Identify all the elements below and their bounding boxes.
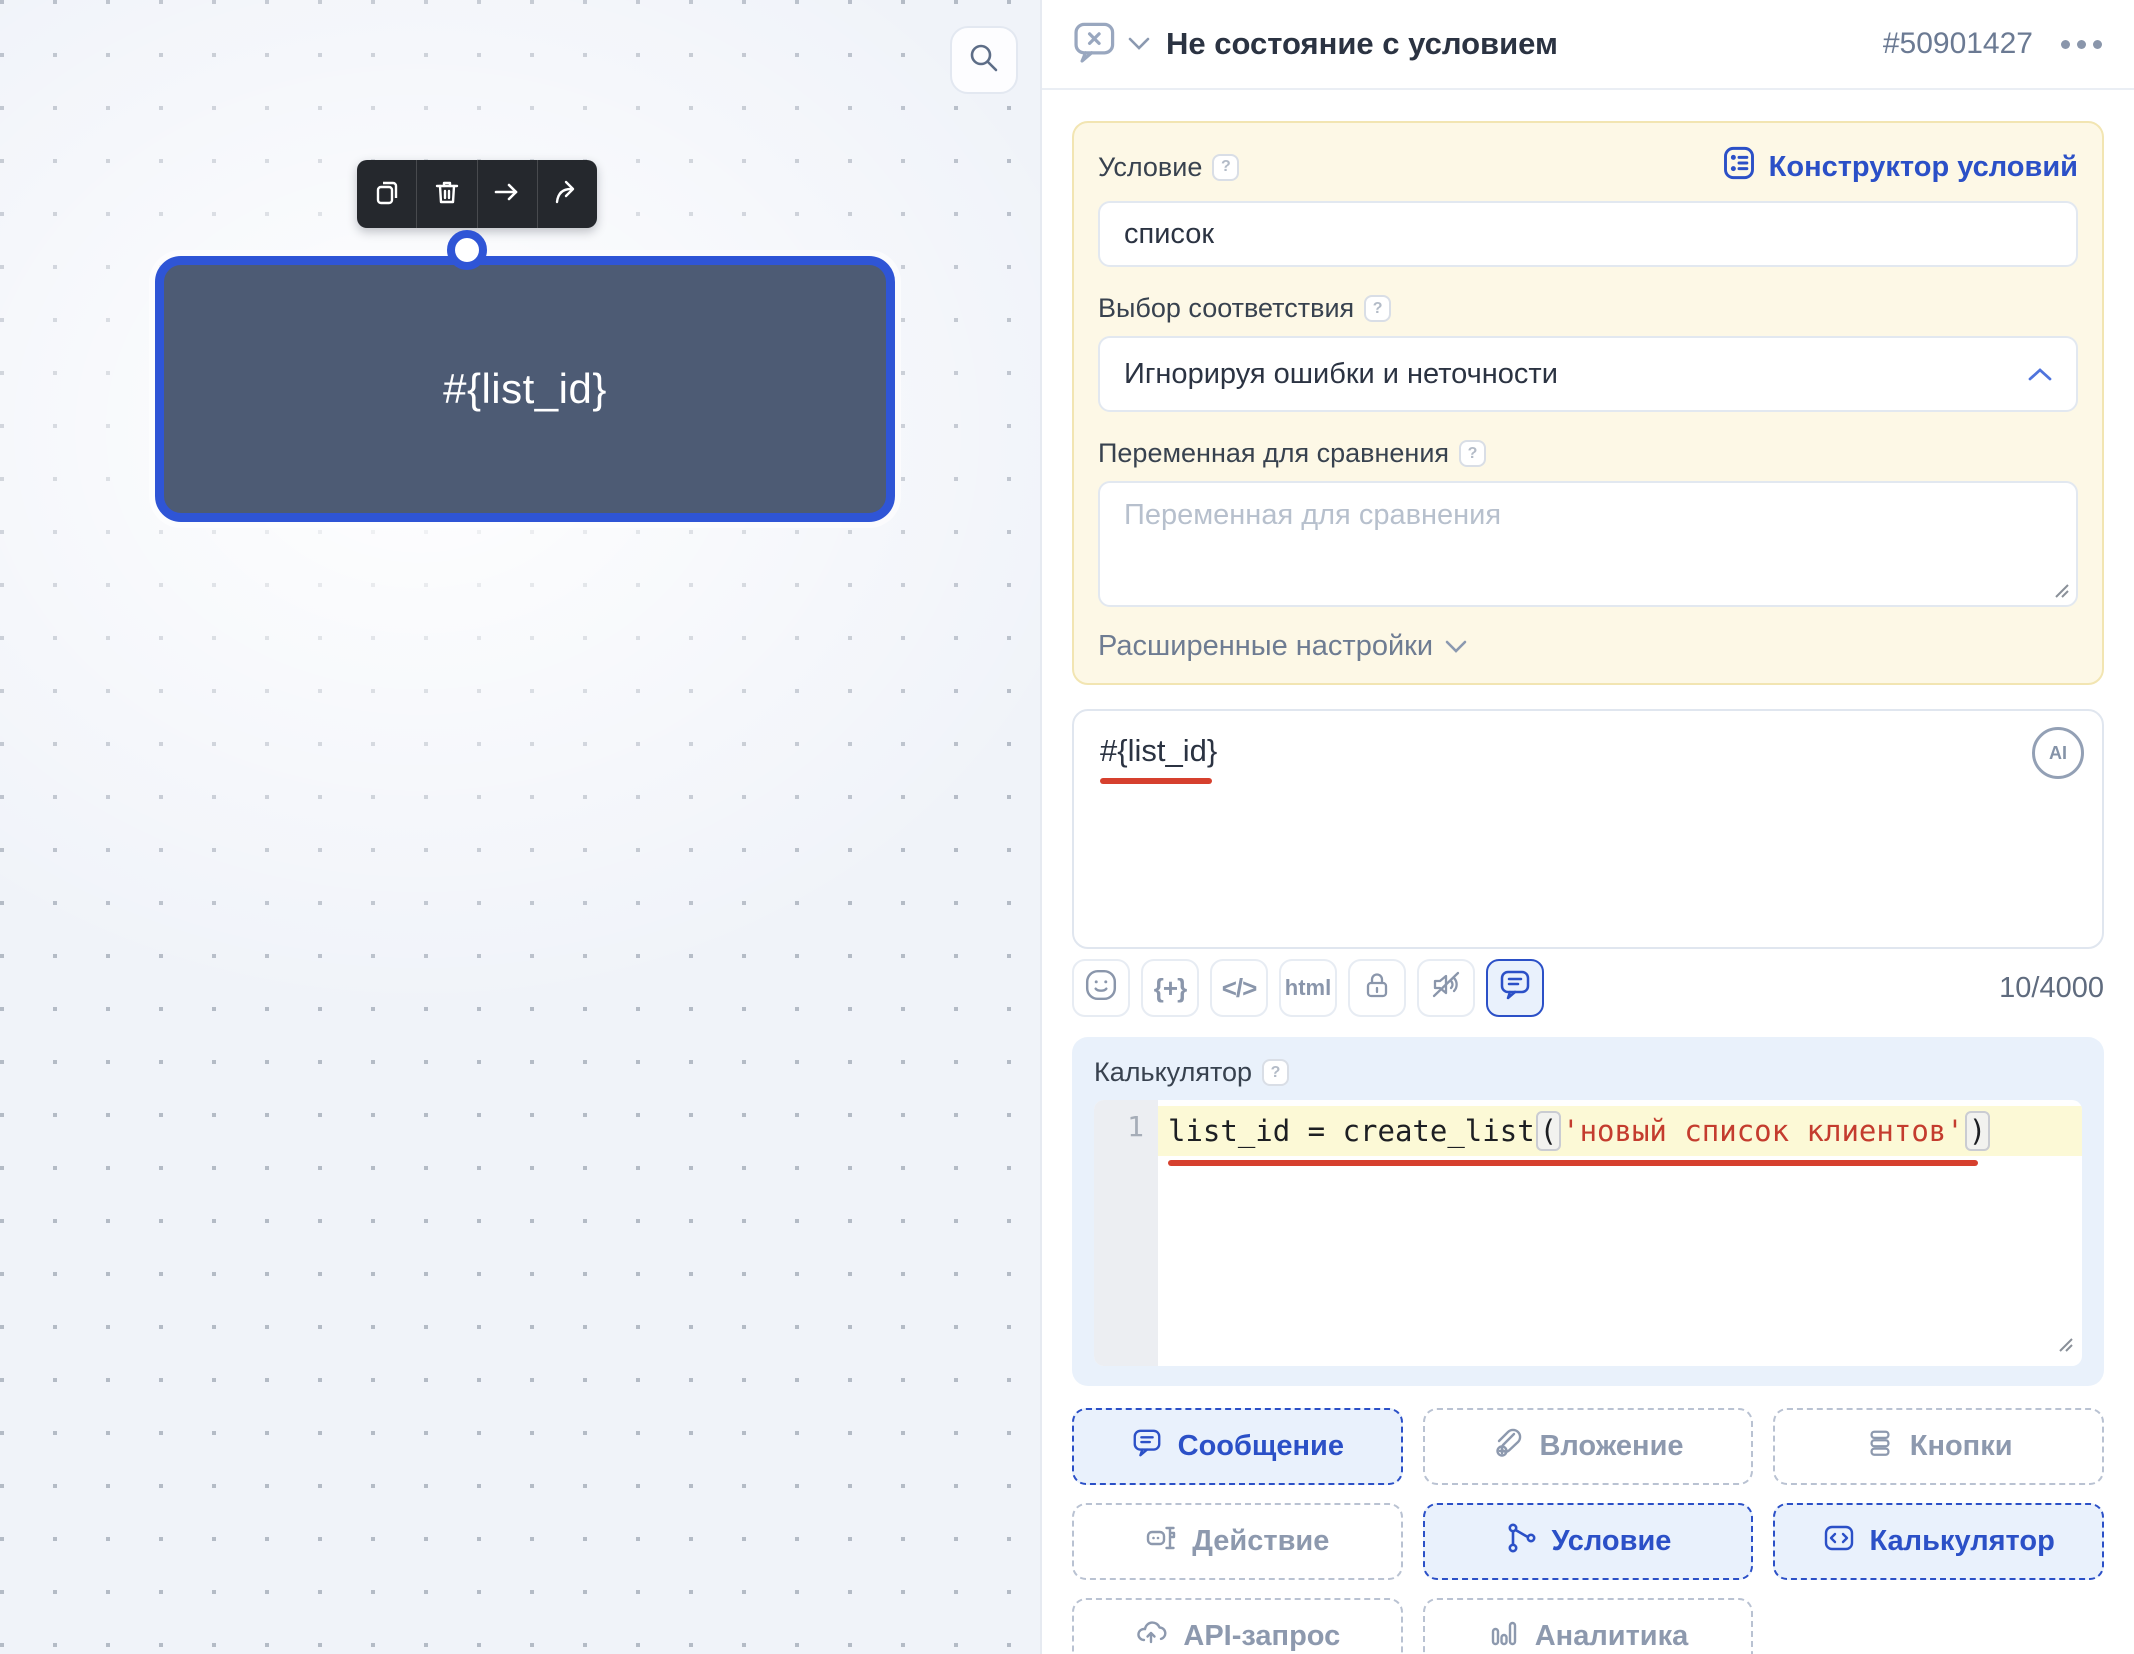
match-type-help-icon[interactable]: ? — [1364, 295, 1391, 322]
insert-variable-button[interactable]: {+} — [1141, 959, 1199, 1017]
add-condition-block-button[interactable]: Условие — [1423, 1503, 1754, 1580]
add-analytics-block-button[interactable]: Аналитика — [1423, 1598, 1754, 1654]
code-error-underline — [1168, 1160, 1978, 1166]
compare-variable-label: Переменная для сравнения ? — [1098, 438, 1486, 469]
code-line[interactable]: list_id = create_list('новый список клие… — [1158, 1106, 2082, 1156]
share-arrow-icon — [552, 177, 582, 212]
ai-label: AI — [2049, 743, 2067, 764]
advanced-settings-toggle[interactable]: Расширенные настройки — [1098, 630, 1467, 663]
connect-node-button[interactable] — [478, 160, 538, 228]
panel-title: Не состояние с условием — [1166, 26, 1883, 62]
flow-canvas[interactable]: #{list_id} — [0, 0, 1040, 1654]
match-type-label: Выбор соответствия ? — [1098, 293, 1391, 324]
calculator-code-editor[interactable]: 1 list_id = create_list('новый список кл… — [1094, 1100, 2082, 1366]
selected-flow-node[interactable]: #{list_id} — [155, 256, 895, 522]
share-node-button[interactable] — [538, 160, 597, 228]
calculator-card: Калькулятор ? 1 list_id = create_list('н… — [1072, 1037, 2104, 1386]
condition-label: Условие ? — [1098, 152, 1239, 183]
muted-speaker-icon — [1429, 968, 1463, 1009]
condition-help-icon[interactable]: ? — [1212, 154, 1239, 181]
duplicate-node-button[interactable] — [357, 160, 417, 228]
condition-card: Условие ? Конструктор условий — [1072, 121, 2104, 685]
editor-toolbar: {+} </> html — [1072, 959, 2104, 1017]
compare-variable-textarea[interactable] — [1098, 481, 2078, 607]
compare-variable-help-icon[interactable]: ? — [1459, 440, 1486, 467]
block-type-buttons: Сообщение Вложение — [1072, 1408, 2104, 1654]
line-number: 1 — [1094, 1110, 1158, 1143]
code-box-icon — [1823, 1522, 1855, 1562]
condition-builder-link[interactable]: Конструктор условий — [1721, 145, 2078, 189]
chevron-down-icon — [1445, 640, 1467, 654]
branch-icon — [1505, 1522, 1537, 1562]
bar-chart-icon — [1488, 1617, 1520, 1654]
calculator-label: Калькулятор ? — [1094, 1057, 1289, 1088]
more-options-icon[interactable] — [2059, 34, 2104, 55]
emoji-button[interactable] — [1072, 959, 1130, 1017]
add-buttons-block-button[interactable]: Кнопки — [1773, 1408, 2104, 1485]
panel-body: Условие ? Конструктор условий — [1042, 121, 2134, 1654]
chevron-up-icon — [2028, 367, 2052, 382]
message-block-toggle-button[interactable] — [1486, 959, 1544, 1017]
ai-assistant-button[interactable]: AI — [2032, 727, 2084, 779]
add-attachment-block-button[interactable]: Вложение — [1423, 1408, 1754, 1485]
message-x-bubble-icon — [1072, 19, 1118, 70]
robot-action-icon — [1145, 1522, 1177, 1562]
add-action-block-button[interactable]: Действие — [1072, 1503, 1403, 1580]
message-text: #{list_id} — [1100, 733, 1217, 769]
match-type-select[interactable]: Игнорируя ошибки и неточности — [1098, 336, 2078, 412]
panel-header: Не состояние с условием #50901427 — [1042, 0, 2134, 90]
canvas-search-button[interactable] — [950, 26, 1018, 94]
message-text-editor[interactable]: #{list_id} AI — [1072, 709, 2104, 949]
spellcheck-underline — [1100, 778, 1212, 784]
smiley-icon — [1084, 968, 1118, 1009]
node-type-chevron-icon[interactable] — [1128, 37, 1150, 51]
message-bubble-icon — [1131, 1427, 1163, 1467]
html-icon: html — [1285, 975, 1331, 1001]
protect-content-button[interactable] — [1348, 959, 1406, 1017]
add-message-block-button[interactable]: Сообщение — [1072, 1408, 1403, 1485]
message-bubble-icon — [1498, 968, 1532, 1009]
condition-keywords-input[interactable] — [1098, 201, 2078, 267]
calculator-help-icon[interactable]: ? — [1262, 1059, 1289, 1086]
code-brackets-icon: </> — [1222, 973, 1257, 1004]
copy-icon — [372, 177, 402, 212]
node-settings-panel: Не состояние с условием #50901427 Услови… — [1040, 0, 2134, 1654]
code-gutter: 1 — [1094, 1100, 1158, 1366]
add-api-request-block-button[interactable]: API-запрос — [1072, 1598, 1403, 1654]
disable-notification-button[interactable] — [1417, 959, 1475, 1017]
add-calculator-block-button[interactable]: Калькулятор — [1773, 1503, 2104, 1580]
lock-icon — [1361, 969, 1393, 1008]
trash-icon — [432, 177, 462, 212]
node-toolbar — [357, 160, 597, 228]
variable-braces-icon: {+} — [1154, 973, 1186, 1004]
node-label: #{list_id} — [443, 365, 607, 413]
arrow-right-icon — [492, 177, 522, 212]
node-id: #50901427 — [1883, 27, 2033, 61]
paperclip-icon — [1492, 1427, 1524, 1467]
stacked-buttons-icon — [1865, 1428, 1895, 1466]
delete-node-button[interactable] — [417, 160, 477, 228]
search-icon — [967, 41, 1001, 80]
insert-code-button[interactable]: </> — [1210, 959, 1268, 1017]
cloud-upload-icon — [1134, 1616, 1168, 1654]
flow-builder-app: #{list_id} Не состояние с условием #5090… — [0, 0, 2134, 1654]
node-connection-handle[interactable] — [447, 230, 487, 270]
char-counter: 10/4000 — [1999, 972, 2104, 1005]
condition-builder-icon — [1721, 145, 1757, 189]
html-mode-button[interactable]: html — [1279, 959, 1337, 1017]
